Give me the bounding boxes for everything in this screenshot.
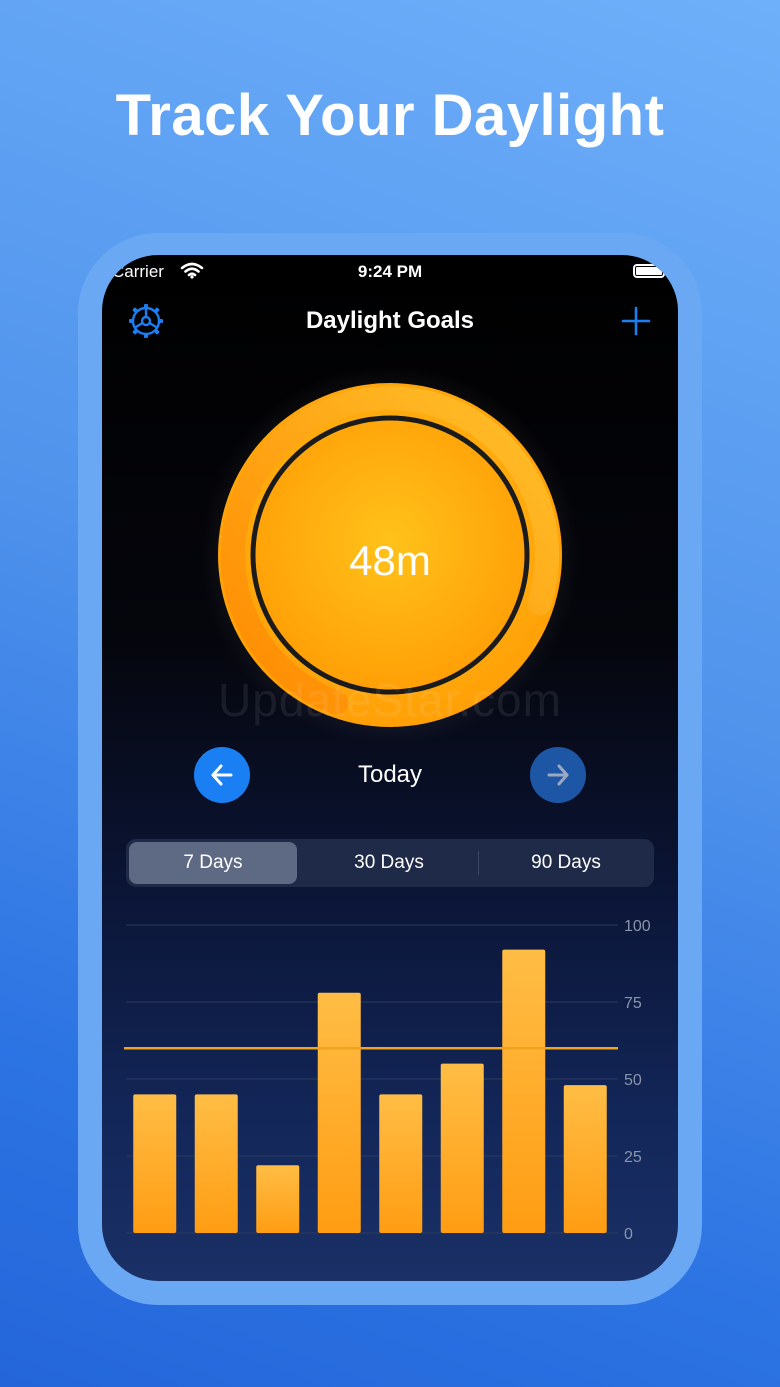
chart-bar xyxy=(379,1094,423,1233)
page-title: Daylight Goals xyxy=(305,307,475,334)
chart-bar xyxy=(317,992,361,1233)
next-day-button[interactable] xyxy=(530,747,586,803)
headline: Track Your Daylight xyxy=(115,83,665,148)
status-time: 9:24 PM xyxy=(357,262,423,281)
y-tick-label: 100 xyxy=(624,918,651,935)
nav-bar: Daylight Goals xyxy=(102,299,678,343)
chart-bar xyxy=(563,1085,607,1233)
chart-bar xyxy=(256,1165,300,1233)
y-tick-label: 75 xyxy=(624,995,642,1012)
chart-bar xyxy=(440,1063,484,1233)
y-tick-label: 0 xyxy=(624,1226,633,1243)
progress-value: 48m xyxy=(349,537,431,584)
day-label: Today xyxy=(357,761,423,788)
tab-90-days[interactable]: 90 Days xyxy=(480,842,652,884)
tab-7-days[interactable]: 7 Days xyxy=(129,842,297,884)
segment-divider xyxy=(478,851,479,875)
day-navigation: Today xyxy=(102,747,678,803)
y-tick-label: 25 xyxy=(624,1149,642,1166)
watermark: UpdateStar.com xyxy=(218,674,562,726)
y-tick-label: 50 xyxy=(624,1072,642,1089)
battery-icon xyxy=(633,264,668,278)
status-bar: Carrier 9:24 PM xyxy=(102,255,678,287)
chart-bar xyxy=(194,1094,238,1233)
chart-bar xyxy=(133,1094,177,1233)
phone-screen: Carrier 9:24 PM Daylight Goals 48m Updat… xyxy=(102,255,678,1281)
range-segmented-control: 7 Days 30 Days 90 Days xyxy=(126,839,654,887)
daylight-bar-chart: 100 75 50 25 0 xyxy=(124,918,651,1243)
arrow-right-icon xyxy=(547,764,569,786)
plus-icon[interactable] xyxy=(620,305,652,337)
chart-bar xyxy=(502,949,546,1233)
tab-30-days[interactable]: 30 Days xyxy=(302,842,476,884)
